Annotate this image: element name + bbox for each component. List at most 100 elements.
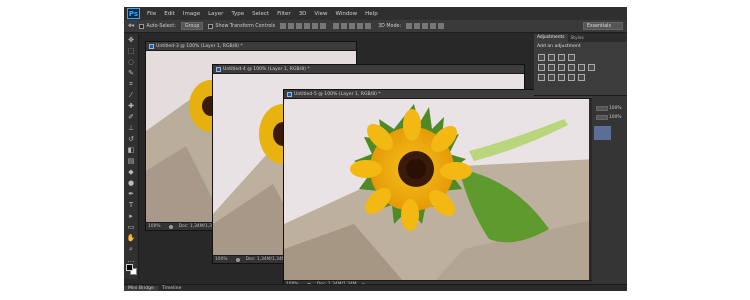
transform-controls-checkbox[interactable]: Show Transform Controls (208, 23, 275, 29)
move-tool-icon[interactable]: ✥▾ (128, 24, 134, 29)
document-tab[interactable]: Untitled-4 @ 100% (Layer 1, RGB/8) * (213, 66, 310, 72)
document-tab[interactable]: Untitled-3 @ 100% (Layer 1, RGB/8) * (146, 43, 243, 49)
color-swatches[interactable] (126, 264, 137, 275)
ps-document-icon (216, 66, 221, 72)
document-tab-bar: Untitled-3 @ 100% (Layer 1, RGB/8) * (146, 42, 356, 51)
photoshop-logo: Ps (127, 8, 140, 19)
menu-type[interactable]: Type (227, 11, 248, 17)
canvas-area: Untitled-3 @ 100% (Layer 1, RGB/8) * 100… (140, 34, 595, 289)
healing-tool-icon[interactable]: ✚ (127, 102, 136, 111)
eraser-tool-icon[interactable]: ◧ (127, 146, 136, 155)
foreground-color-swatch[interactable] (126, 264, 133, 271)
bottom-panel-bar: Mini Bridge Timeline (124, 284, 627, 291)
adjustments-title: Add an adjustment (537, 44, 581, 49)
tab-mini-bridge[interactable]: Mini Bridge (124, 285, 158, 291)
exposure-icon[interactable] (568, 54, 575, 61)
tools-panel: ✥ ⬚ ◌ ✎ ⌗ ⁄ ✚ ✐ ⊥ ↺ ◧ ▤ ◆ ● ✒ T ▸ ▭ ✋ ⌕… (124, 34, 139, 279)
adjustment-icons-row-1 (534, 54, 627, 61)
photoshop-window: Ps File Edit Image Layer Type Select Fil… (124, 7, 627, 291)
auto-select-label: Auto-Select: (146, 23, 176, 29)
status-icon (168, 224, 173, 229)
tab-styles[interactable]: Styles (568, 36, 587, 41)
menu-image[interactable]: Image (179, 11, 204, 17)
menu-filter[interactable]: Filter (273, 11, 295, 17)
shape-tool-icon[interactable]: ▭ (127, 223, 136, 232)
menu-select[interactable]: Select (248, 11, 273, 17)
pen-tool-icon[interactable]: ✒ (127, 190, 136, 199)
layers-panel: 100% 100% (592, 96, 627, 286)
options-bar: ✥▾ Auto-Select: Group Show Transform Con… (124, 20, 627, 33)
doc-size: Doc: 1,34M/1,34M (245, 257, 286, 262)
menu-file[interactable]: File (143, 11, 160, 17)
stamp-tool-icon[interactable]: ⊥ (127, 124, 136, 133)
gradient-map-icon[interactable] (568, 74, 575, 81)
type-tool-icon[interactable]: T (127, 201, 136, 210)
align-buttons[interactable] (280, 23, 328, 29)
dodge-tool-icon[interactable]: ● (127, 179, 136, 188)
menu-view[interactable]: View (310, 11, 331, 17)
tab-adjustments[interactable]: Adjustments (534, 34, 568, 42)
opacity-row: 100% (592, 104, 627, 113)
distribute-buttons[interactable] (333, 23, 373, 29)
levels-icon[interactable] (548, 54, 555, 61)
crop-tool-icon[interactable]: ⌗ (127, 80, 136, 89)
invert-icon[interactable] (538, 74, 545, 81)
fill-field[interactable] (596, 115, 608, 120)
panel-tabs: Adjustments Styles (534, 34, 627, 42)
document-title: Untitled-5 @ 100% (Layer 1, RGB/8) * (294, 91, 381, 97)
brush-tool-icon[interactable]: ✐ (127, 113, 136, 122)
threshold-icon[interactable] (558, 74, 565, 81)
fill-row: 100% (592, 113, 627, 122)
lasso-tool-icon[interactable]: ◌ (127, 58, 136, 67)
gradient-tool-icon[interactable]: ▤ (127, 157, 136, 166)
status-icon (235, 257, 240, 262)
menu-layer[interactable]: Layer (204, 11, 227, 17)
menu-3d[interactable]: 3D (295, 11, 311, 17)
tab-timeline[interactable]: Timeline (158, 286, 186, 291)
move-tool-icon[interactable]: ✥ (127, 36, 136, 45)
hue-saturation-icon[interactable] (548, 64, 555, 71)
zoom-level[interactable]: 100% (148, 224, 161, 229)
auto-select-checkbox[interactable]: Auto-Select: (139, 23, 176, 29)
quick-select-tool-icon[interactable]: ✎ (127, 69, 136, 78)
auto-select-dropdown[interactable]: Group (180, 22, 204, 30)
opacity-field[interactable] (596, 106, 608, 111)
vibrance-icon[interactable] (538, 64, 545, 71)
zoom-level[interactable]: 100% (215, 257, 228, 262)
blur-tool-icon[interactable]: ◆ (127, 168, 136, 177)
selective-color-icon[interactable] (578, 74, 585, 81)
3d-mode-buttons[interactable] (406, 23, 446, 29)
zoom-tool-icon[interactable]: ⌕ (127, 245, 136, 254)
path-select-tool-icon[interactable]: ▸ (127, 212, 136, 221)
color-balance-icon[interactable] (558, 64, 565, 71)
document-window-5[interactable]: Untitled-5 @ 100% (Layer 1, RGB/8) * (283, 89, 595, 289)
fill-value: 100% (609, 115, 622, 120)
sunflower-photo (284, 99, 594, 280)
menu-help[interactable]: Help (361, 11, 382, 17)
hand-tool-icon[interactable]: ✋ (127, 234, 136, 243)
workspace-dropdown[interactable]: Essentials (583, 22, 623, 30)
adjustment-icons-row-2 (534, 64, 627, 71)
channel-mixer-icon[interactable] (588, 64, 595, 71)
adjustment-icons-row-3 (534, 74, 627, 81)
menu-bar: Ps File Edit Image Layer Type Select Fil… (124, 7, 627, 20)
document-tab-bar: Untitled-4 @ 100% (Layer 1, RGB/8) * (213, 65, 524, 74)
history-brush-icon[interactable]: ↺ (127, 135, 136, 144)
eyedropper-tool-icon[interactable]: ⁄ (127, 91, 136, 100)
ps-document-icon (149, 43, 154, 49)
document-tab[interactable]: Untitled-5 @ 100% (Layer 1, RGB/8) * (284, 91, 381, 97)
selected-layer[interactable] (594, 126, 611, 140)
brightness-icon[interactable] (538, 54, 545, 61)
photo-filter-icon[interactable] (578, 64, 585, 71)
ps-document-icon (287, 91, 292, 97)
3d-mode-label: 3D Mode: (378, 23, 402, 29)
posterize-icon[interactable] (548, 74, 555, 81)
document-title: Untitled-3 @ 100% (Layer 1, RGB/8) * (156, 43, 243, 49)
adjustments-panel: Adjustments Styles Add an adjustment (534, 34, 627, 96)
document-title: Untitled-4 @ 100% (Layer 1, RGB/8) * (223, 66, 310, 72)
marquee-tool-icon[interactable]: ⬚ (127, 47, 136, 56)
menu-window[interactable]: Window (331, 11, 361, 17)
menu-edit[interactable]: Edit (160, 11, 179, 17)
black-white-icon[interactable] (568, 64, 575, 71)
curves-icon[interactable] (558, 54, 565, 61)
